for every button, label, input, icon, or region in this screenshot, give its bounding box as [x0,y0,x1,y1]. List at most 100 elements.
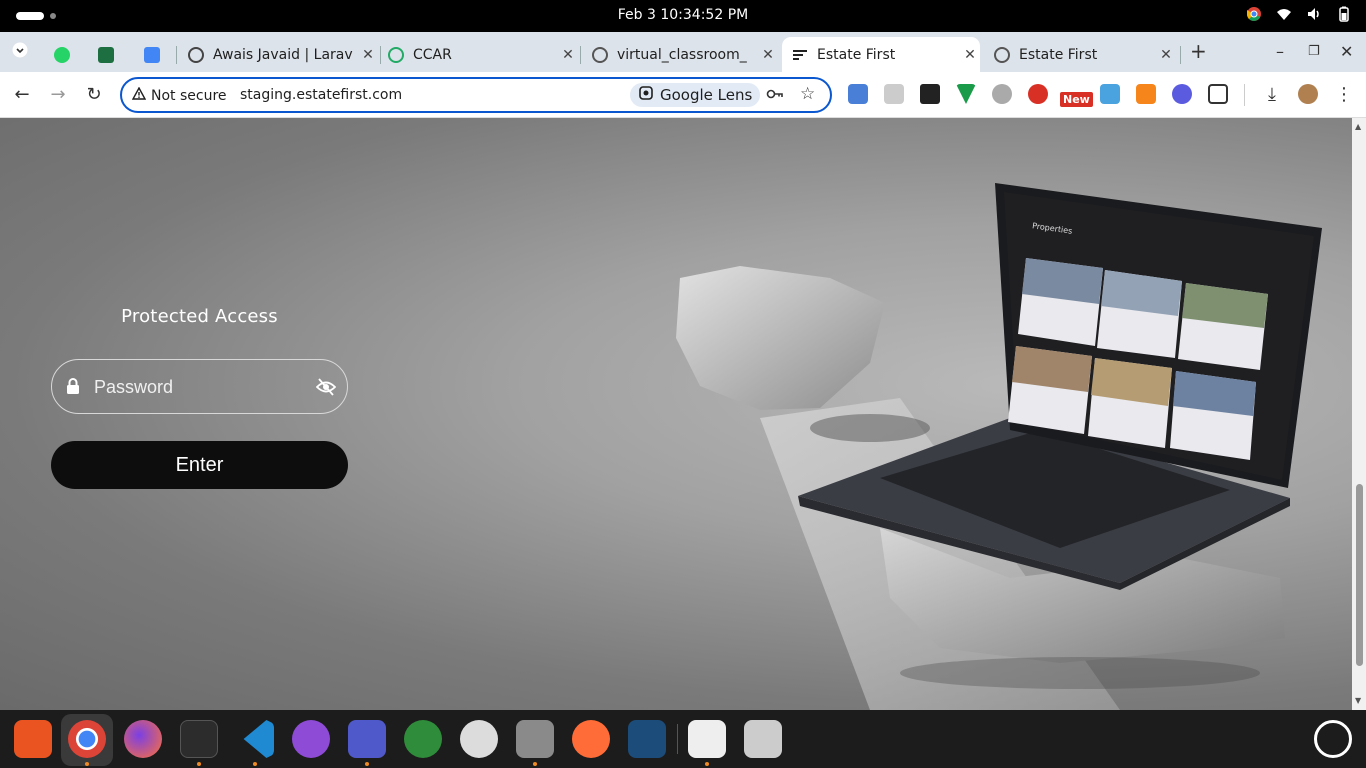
google-lens-button[interactable]: Google Lens [630,83,761,107]
ccar-icon [388,46,404,63]
enter-button[interactable]: Enter [51,441,348,489]
close-tab-icon[interactable]: ✕ [558,47,578,63]
close-tab-icon[interactable]: ✕ [358,47,378,63]
forward-button[interactable]: → [46,83,70,107]
extensions-puzzle-icon[interactable] [1208,84,1228,104]
running-indicator [365,762,369,766]
trash-icon[interactable] [744,720,782,758]
app-icon [994,46,1010,63]
whatsapp-icon [54,46,70,63]
vertical-scrollbar[interactable]: ▲ ▼ [1352,118,1366,710]
system-tray[interactable] [1246,6,1352,22]
tab-title: CCAR [413,46,452,63]
app-center-icon[interactable] [14,720,52,758]
volume-icon[interactable] [1306,6,1322,22]
tab-title: virtual_classroom_ [617,46,747,63]
minimize-button[interactable]: – [1276,42,1284,61]
text-editor-icon[interactable] [688,720,726,758]
clock[interactable]: Feb 3 10:34:52 PM [0,7,1366,23]
github-desktop-icon[interactable] [292,720,330,758]
extension-globe-icon[interactable] [992,84,1012,104]
scrollbar-thumb[interactable] [1356,484,1363,666]
toggle-visibility-icon[interactable] [315,378,337,396]
security-indicator[interactable]: Not secure [131,86,227,104]
lens-label: Google Lens [660,86,753,104]
address-bar[interactable]: Not secure staging.estatefirst.com Googl… [120,77,832,113]
tab-strip: Awais Javaid | Larav ✕ CCAR ✕ virtual_cl… [0,32,1366,72]
running-indicator [85,762,89,766]
page-viewport: Properties Protected Access Enter [0,118,1352,710]
tab-docs[interactable] [134,37,168,72]
running-indicator [705,762,709,766]
tab-title: Awais Javaid | Larav [213,46,353,63]
firefox-icon[interactable] [124,720,162,758]
tab-search-button[interactable] [12,42,28,62]
mysql-workbench-icon[interactable] [628,720,666,758]
extension-c-icon[interactable] [884,84,904,104]
extension-vue-icon[interactable] [956,84,976,104]
profile-avatar[interactable] [1298,84,1318,104]
system-top-bar: Feb 3 10:34:52 PM [0,0,1366,32]
teams-icon[interactable] [348,720,386,758]
password-field[interactable] [51,359,348,414]
bookmark-star-icon[interactable]: ☆ [800,84,815,104]
tab-title: Estate First [817,46,896,63]
extension-pip-icon[interactable] [920,84,940,104]
security-label: Not secure [151,87,227,104]
tab-whatsapp[interactable] [44,37,78,72]
new-badge[interactable]: New [1060,92,1093,107]
tab-separator [176,46,177,64]
dock-separator [677,724,678,754]
postman-icon[interactable] [572,720,610,758]
globe-icon [188,46,204,63]
new-tab-button[interactable]: + [1190,39,1207,63]
tab-ccar[interactable]: CCAR ✕ [378,37,578,72]
floating-rock [676,266,885,410]
running-indicator [197,762,201,766]
reload-button[interactable]: ↻ [82,83,106,107]
app-icon [592,46,608,63]
heidisql-icon[interactable] [404,720,442,758]
password-input[interactable] [94,372,304,402]
estate-icon [792,47,808,63]
extension-gear-icon[interactable] [1172,84,1192,104]
downloads-icon[interactable]: ⤓ [1260,83,1284,107]
tab-title: Estate First [1019,46,1098,63]
android-studio-icon[interactable] [460,720,498,758]
dock [0,710,1366,768]
extension-blocker-icon[interactable] [1028,84,1048,104]
url-text[interactable]: staging.estatefirst.com [240,87,402,103]
show-apps-icon[interactable] [1314,720,1352,758]
tab-estate-first[interactable]: Estate First ✕ [984,37,1176,72]
close-tab-icon[interactable]: ✕ [960,47,980,63]
close-tab-icon[interactable]: ✕ [1156,47,1176,63]
running-indicator [253,762,257,766]
wifi-icon[interactable] [1276,6,1292,22]
tab-virtual-classroom[interactable]: virtual_classroom_ ✕ [582,37,778,72]
page-heading: Protected Access [121,306,278,327]
close-tab-icon[interactable]: ✕ [758,47,778,63]
tab-estate-first-active[interactable]: Estate First ✕ [782,37,980,72]
tab-excel[interactable] [88,37,122,72]
menu-kebab-icon[interactable]: ⋮ [1332,83,1356,107]
files-icon[interactable] [516,720,554,758]
vscode-icon[interactable] [243,720,274,758]
chrome-tray-icon[interactable] [1246,6,1262,22]
scroll-up-arrow-icon[interactable]: ▲ [1355,122,1361,131]
restore-button[interactable]: ❐ [1308,44,1320,59]
docs-icon [144,46,160,63]
extension-fi-icon[interactable] [848,84,868,104]
close-window-button[interactable]: ✕ [1340,42,1353,61]
password-key-icon[interactable] [766,86,784,106]
scroll-down-arrow-icon[interactable]: ▼ [1355,696,1361,705]
back-button[interactable]: ← [10,83,34,107]
toolbar-divider [1244,84,1245,106]
terminal-icon[interactable] [180,720,218,758]
tab-separator [580,46,581,64]
metamask-icon[interactable] [1136,84,1156,104]
extension-arrows-icon[interactable] [1100,84,1120,104]
tab-awais-javaid[interactable]: Awais Javaid | Larav ✕ [178,37,378,72]
tab-separator [1180,46,1181,64]
battery-icon[interactable] [1336,6,1352,22]
chrome-dock-icon[interactable] [68,720,106,758]
